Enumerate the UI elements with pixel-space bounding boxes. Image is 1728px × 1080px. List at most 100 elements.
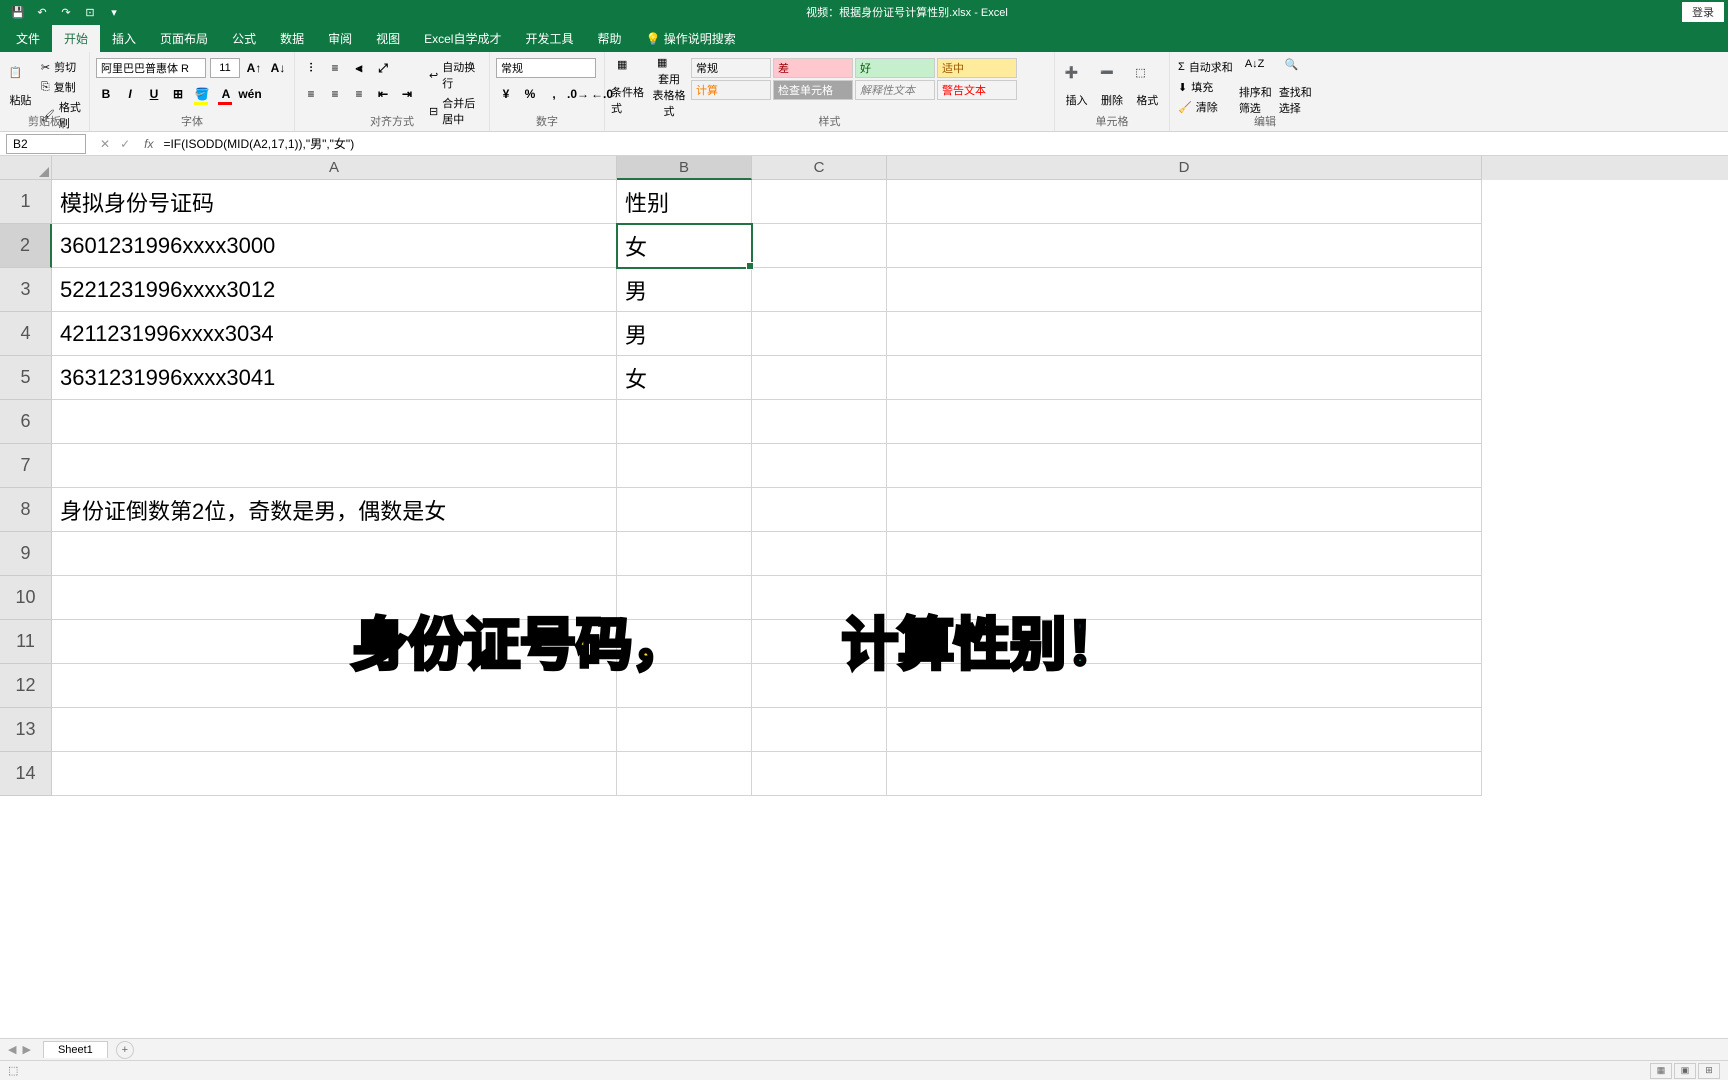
cell[interactable] — [752, 576, 887, 620]
tab-formula[interactable]: 公式 — [220, 25, 268, 52]
cell[interactable] — [752, 268, 887, 312]
cell[interactable] — [752, 620, 887, 664]
border-button[interactable]: ⊞ — [168, 84, 188, 104]
row-header[interactable]: 9 — [0, 532, 52, 576]
cell[interactable] — [752, 312, 887, 356]
cell[interactable] — [52, 664, 617, 708]
format-button[interactable]: ⬚格式 — [1132, 58, 1163, 116]
cell[interactable]: 男 — [617, 312, 752, 356]
tab-insert[interactable]: 插入 — [100, 25, 148, 52]
view-layout-icon[interactable]: ▣ — [1674, 1063, 1696, 1079]
cell[interactable] — [752, 532, 887, 576]
align-bottom-icon[interactable]: ⫷ — [349, 58, 369, 78]
tab-layout[interactable]: 页面布局 — [148, 25, 220, 52]
tab-home[interactable]: 开始 — [52, 25, 100, 52]
row-header[interactable]: 12 — [0, 664, 52, 708]
cell[interactable]: 身份证倒数第2位，奇数是男，偶数是女 — [52, 488, 617, 532]
cell[interactable] — [887, 400, 1482, 444]
row-header[interactable]: 13 — [0, 708, 52, 752]
row-header[interactable]: 4 — [0, 312, 52, 356]
row-header[interactable]: 14 — [0, 752, 52, 796]
table-format-button[interactable]: ▦套用 表格格式 — [651, 58, 687, 116]
percent-icon[interactable]: % — [520, 84, 540, 104]
cell[interactable] — [52, 708, 617, 752]
cell[interactable] — [887, 532, 1482, 576]
style-neutral[interactable]: 适中 — [937, 58, 1017, 78]
align-right-icon[interactable]: ≡ — [349, 84, 369, 104]
style-calc[interactable]: 计算 — [691, 80, 771, 100]
number-format-select[interactable] — [496, 58, 596, 78]
align-middle-icon[interactable]: ≡ — [325, 58, 345, 78]
save-icon[interactable]: 💾 — [8, 2, 28, 22]
fill-button[interactable]: ⬇填充 — [1176, 78, 1235, 96]
cell[interactable] — [887, 180, 1482, 224]
cell[interactable]: 模拟身份号证码 — [52, 180, 617, 224]
style-normal[interactable]: 常规 — [691, 58, 771, 78]
indent-dec-icon[interactable]: ⇤ — [373, 84, 393, 104]
cell[interactable] — [617, 576, 752, 620]
row-header[interactable]: 5 — [0, 356, 52, 400]
sort-filter-button[interactable]: A↓Z排序和筛选 — [1239, 58, 1275, 116]
row-header[interactable]: 10 — [0, 576, 52, 620]
align-top-icon[interactable]: ⫶ — [301, 58, 321, 78]
style-good[interactable]: 好 — [855, 58, 935, 78]
tab-dev[interactable]: 开发工具 — [513, 25, 585, 52]
orientation-icon[interactable]: ⤢ — [373, 58, 393, 78]
font-size-select[interactable] — [210, 58, 240, 78]
conditional-format-button[interactable]: ▦条件格式 — [611, 58, 647, 116]
cell[interactable] — [752, 708, 887, 752]
cell[interactable] — [52, 400, 617, 444]
login-button[interactable]: 登录 — [1682, 2, 1724, 22]
row-header[interactable]: 3 — [0, 268, 52, 312]
grow-font-icon[interactable]: A↑ — [244, 58, 264, 78]
paste-button[interactable]: 📋 粘贴 — [6, 58, 35, 116]
formula-input[interactable] — [159, 134, 1728, 154]
style-explain[interactable]: 解释性文本 — [855, 80, 935, 100]
cell[interactable]: 女 — [617, 356, 752, 400]
style-check[interactable]: 检查单元格 — [773, 80, 853, 100]
cell[interactable] — [617, 752, 752, 796]
italic-button[interactable]: I — [120, 84, 140, 104]
shrink-font-icon[interactable]: A↓ — [268, 58, 288, 78]
tab-data[interactable]: 数据 — [268, 25, 316, 52]
cell[interactable] — [752, 356, 887, 400]
cell[interactable] — [52, 620, 617, 664]
cell[interactable] — [887, 664, 1482, 708]
phonetic-button[interactable]: wén — [240, 84, 260, 104]
col-header-B[interactable]: B — [617, 156, 752, 180]
new-sheet-button[interactable]: + — [116, 1041, 134, 1059]
comma-icon[interactable]: , — [544, 84, 564, 104]
row-header[interactable]: 2 — [0, 224, 52, 268]
cancel-formula-icon[interactable]: ✕ — [100, 137, 110, 151]
style-bad[interactable]: 差 — [773, 58, 853, 78]
col-header-D[interactable]: D — [887, 156, 1482, 180]
cell[interactable] — [617, 664, 752, 708]
cell[interactable] — [887, 752, 1482, 796]
insert-button[interactable]: ➕插入 — [1061, 58, 1092, 116]
autosum-button[interactable]: Σ自动求和 — [1176, 58, 1235, 76]
cell[interactable] — [52, 444, 617, 488]
currency-icon[interactable]: ¥ — [496, 84, 516, 104]
cell[interactable] — [887, 312, 1482, 356]
tab-custom[interactable]: Excel自学成才 — [412, 25, 513, 52]
cell[interactable] — [617, 708, 752, 752]
fx-icon[interactable]: fx — [144, 137, 159, 151]
cell[interactable] — [617, 488, 752, 532]
cell[interactable] — [752, 224, 887, 268]
cell[interactable] — [887, 224, 1482, 268]
row-header[interactable]: 6 — [0, 400, 52, 444]
cell[interactable] — [617, 444, 752, 488]
undo-icon[interactable]: ↶ — [32, 2, 52, 22]
cell[interactable] — [752, 664, 887, 708]
font-name-select[interactable] — [96, 58, 206, 78]
cell[interactable] — [752, 752, 887, 796]
spreadsheet-grid[interactable]: ABCD 1234567891011121314 身份证号码， 计算性别！ 模拟… — [0, 156, 1728, 1038]
cell[interactable] — [52, 752, 617, 796]
cell[interactable] — [887, 268, 1482, 312]
cell[interactable] — [887, 708, 1482, 752]
row-header[interactable]: 1 — [0, 180, 52, 224]
touch-icon[interactable]: ⊡ — [80, 2, 100, 22]
cell[interactable]: 3601231996xxxx3000 — [52, 224, 617, 268]
find-select-button[interactable]: 🔍查找和选择 — [1279, 58, 1315, 116]
wrap-text-button[interactable]: ↩自动换行 — [427, 58, 483, 92]
